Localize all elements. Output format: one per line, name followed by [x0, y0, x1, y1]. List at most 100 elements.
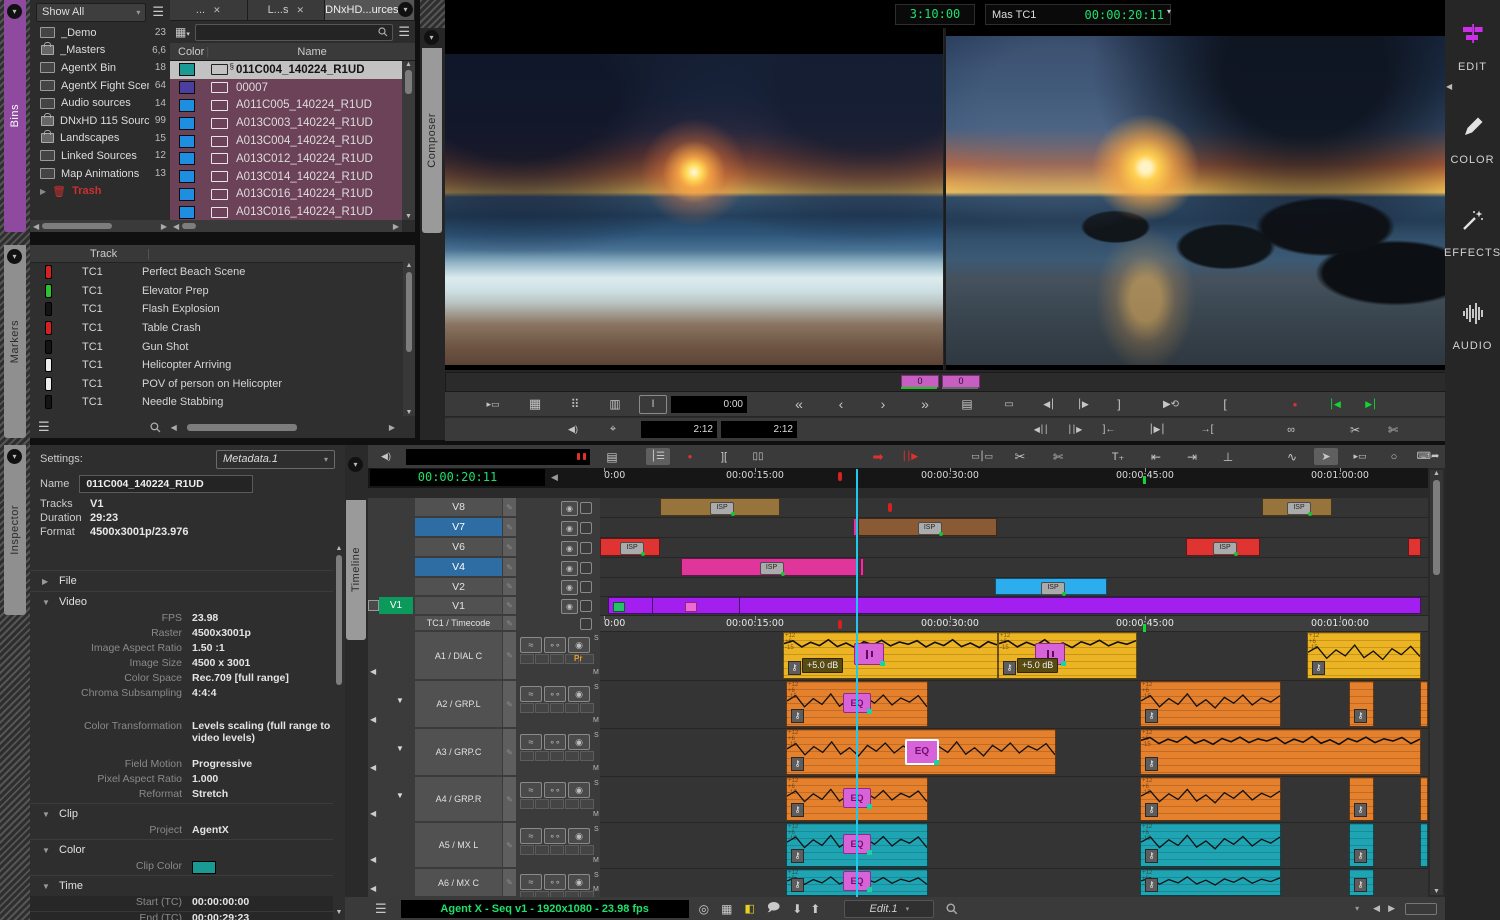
- marker-name[interactable]: Needle Stabbing: [142, 396, 223, 408]
- waveform-button[interactable]: ≈: [520, 782, 542, 798]
- list-view-icon[interactable]: ▤: [955, 396, 979, 413]
- markers-menu-icon[interactable]: ☰: [38, 419, 50, 435]
- trim-mode-icon[interactable]: ✄: [1381, 421, 1405, 438]
- inspector-panel-tab[interactable]: ▾ Inspector: [4, 445, 26, 615]
- bin-clip-row[interactable]: §011C004_140224_R1UD: [170, 61, 402, 79]
- bin-list-item[interactable]: AgentX Fight Scene64: [30, 77, 170, 95]
- waveform-button[interactable]: ≈: [520, 874, 542, 890]
- automation-button[interactable]: ∘∘: [544, 686, 566, 702]
- select-button[interactable]: [580, 600, 592, 612]
- segment-insert-icon[interactable]: ▸▭: [1348, 448, 1372, 465]
- search-icon[interactable]: [150, 422, 161, 433]
- clip-V6[interactable]: ISP: [600, 538, 660, 556]
- marker-row[interactable]: TC1Elevator Prep: [30, 282, 415, 301]
- bin-list-item[interactable]: AgentX Bin18: [30, 59, 170, 77]
- bin-filter-dropdown[interactable]: Show All ▾: [36, 3, 146, 22]
- add-marker-icon[interactable]: ●: [1283, 396, 1307, 413]
- bins-hscroll[interactable]: [42, 223, 112, 229]
- scroll-down-icon[interactable]: ▼: [406, 409, 413, 416]
- solo-button[interactable]: S: [594, 732, 599, 739]
- track-header-V4[interactable]: V4✎◉: [368, 558, 600, 577]
- inspector-panel-grab-icon[interactable]: ▾: [7, 449, 22, 464]
- bin-clip-row[interactable]: A013C014_140224_R1UD: [170, 168, 402, 186]
- mute-button[interactable]: M: [593, 857, 599, 864]
- clip-A4[interactable]: ⚷: [1349, 777, 1374, 821]
- bin-search-input[interactable]: [195, 24, 393, 41]
- clip-V8[interactable]: ISP: [660, 498, 780, 516]
- scroll-left-icon[interactable]: ◀: [171, 423, 177, 432]
- rewind-icon[interactable]: «: [787, 396, 811, 413]
- clip-color-swatch[interactable]: [179, 117, 195, 130]
- collapse-left-icon[interactable]: ◀: [370, 884, 376, 893]
- lift-icon[interactable]: ⊥: [1216, 448, 1240, 465]
- automation-button[interactable]: ∘∘: [544, 874, 566, 890]
- plugin-effect-chip[interactable]: [854, 643, 884, 665]
- mark-in-icon[interactable]: [: [1213, 396, 1237, 413]
- marker-color-chip[interactable]: [45, 395, 52, 409]
- bin-clip-row[interactable]: 00007: [170, 79, 402, 97]
- clip-V2[interactable]: ISP: [995, 578, 1107, 595]
- bin-list-item[interactable]: ▶🗑Trash: [30, 182, 170, 200]
- monitor-button[interactable]: ◉: [568, 637, 590, 653]
- marker-color-chip[interactable]: [45, 358, 52, 372]
- clip-V6[interactable]: ISP: [1186, 538, 1260, 556]
- mark-out-icon[interactable]: ]: [1107, 396, 1131, 413]
- audio-keyframe-icon[interactable]: ∿: [1280, 448, 1304, 465]
- trim-mode-icon[interactable]: ✄: [1046, 448, 1070, 465]
- link-icon[interactable]: ∞: [1279, 421, 1303, 438]
- track-checkbox[interactable]: [368, 600, 379, 611]
- overwrite-icon[interactable]: ➡: [866, 448, 890, 465]
- collapse-left-icon[interactable]: ◀: [370, 667, 376, 676]
- clear-out-icon[interactable]: ]←: [1097, 421, 1121, 438]
- track-header-V7[interactable]: V7✎◉: [368, 518, 600, 537]
- scroll-left-icon[interactable]: ◀: [173, 222, 179, 231]
- close-icon[interactable]: ✕: [296, 5, 304, 16]
- clip-A5[interactable]: [1420, 823, 1428, 867]
- expand-caret-icon[interactable]: ▶: [40, 187, 46, 196]
- segment-lift-icon[interactable]: ▭⎮▭: [970, 448, 994, 465]
- close-icon[interactable]: ✕: [213, 5, 221, 16]
- bin-menu-icon[interactable]: ☰: [398, 24, 410, 40]
- track-name-V1[interactable]: V1: [415, 597, 502, 614]
- col-name-header[interactable]: Name: [209, 46, 415, 58]
- bin-clip-row[interactable]: A011C005_140224_R1UD: [170, 97, 402, 115]
- timeline-ruler[interactable]: 0:0000:00:15:0000:00:30:0000:00:45:0000:…: [600, 468, 1428, 488]
- track-header-A1[interactable]: A1 / DIAL C✎◀≈∘∘◉PrSM: [368, 632, 600, 680]
- bin-tab[interactable]: L...s✕: [248, 0, 326, 20]
- bin-list-item[interactable]: DNxHD 115 Sources99: [30, 112, 170, 130]
- automation-button[interactable]: ∘∘: [544, 734, 566, 750]
- pencil-column[interactable]: ✎: [503, 518, 516, 536]
- bins-panel-grab-icon[interactable]: ▾: [7, 4, 22, 19]
- clip-A5[interactable]: +12 +6 -15⚷: [1140, 823, 1281, 867]
- bin-list-item[interactable]: Landscapes15: [30, 130, 170, 148]
- clip-name[interactable]: A013C014_140224_R1UD: [236, 171, 373, 183]
- track-header-V1[interactable]: V1✎V1◉: [368, 597, 600, 615]
- marker-row[interactable]: TC1Perfect Beach Scene: [30, 263, 415, 282]
- scroll-left-icon[interactable]: ◀: [33, 222, 39, 231]
- timeline-master-timecode[interactable]: 00:00:20:11: [370, 469, 545, 486]
- clip-icon[interactable]: ▭: [997, 396, 1021, 413]
- clip-color-swatch[interactable]: [192, 861, 216, 874]
- io-duration-display[interactable]: 2:12: [641, 421, 717, 438]
- workspace-effects[interactable]: EFFECTS: [1445, 208, 1500, 259]
- monitor-button[interactable]: ◉: [568, 782, 590, 798]
- text-tool-icon[interactable]: T₊: [1106, 448, 1130, 465]
- clip-color-swatch[interactable]: [179, 170, 195, 183]
- clip-A6[interactable]: +12 +6 -15⚷: [1140, 869, 1281, 896]
- section-header-file[interactable]: ▶File: [30, 570, 333, 591]
- track-name-A1[interactable]: A1 / DIAL C: [415, 632, 502, 679]
- ibeam-tool-icon[interactable]: I: [639, 395, 667, 414]
- scroll-up-icon[interactable]: ▲: [406, 262, 413, 269]
- expand-caret-icon[interactable]: ▼: [396, 744, 404, 753]
- bin-list-item[interactable]: _Demo23: [30, 24, 170, 42]
- record-timecode-display[interactable]: Mas TC1 00:00:20:11: [985, 4, 1171, 25]
- chevron-down-icon[interactable]: ▾: [1355, 904, 1359, 913]
- focus-button[interactable]: ⎮☰: [646, 448, 670, 465]
- bin-clip-row[interactable]: A013C016_140224_R1UD: [170, 186, 402, 204]
- scissors-icon[interactable]: ✂: [1008, 448, 1032, 465]
- select-button[interactable]: [580, 502, 592, 514]
- clip-V6[interactable]: [1408, 538, 1421, 556]
- track-name-V4[interactable]: V4: [415, 558, 502, 576]
- clip-V8[interactable]: ISP: [1262, 498, 1332, 516]
- clip-A3[interactable]: +12 +6 -15⚷: [1140, 729, 1421, 775]
